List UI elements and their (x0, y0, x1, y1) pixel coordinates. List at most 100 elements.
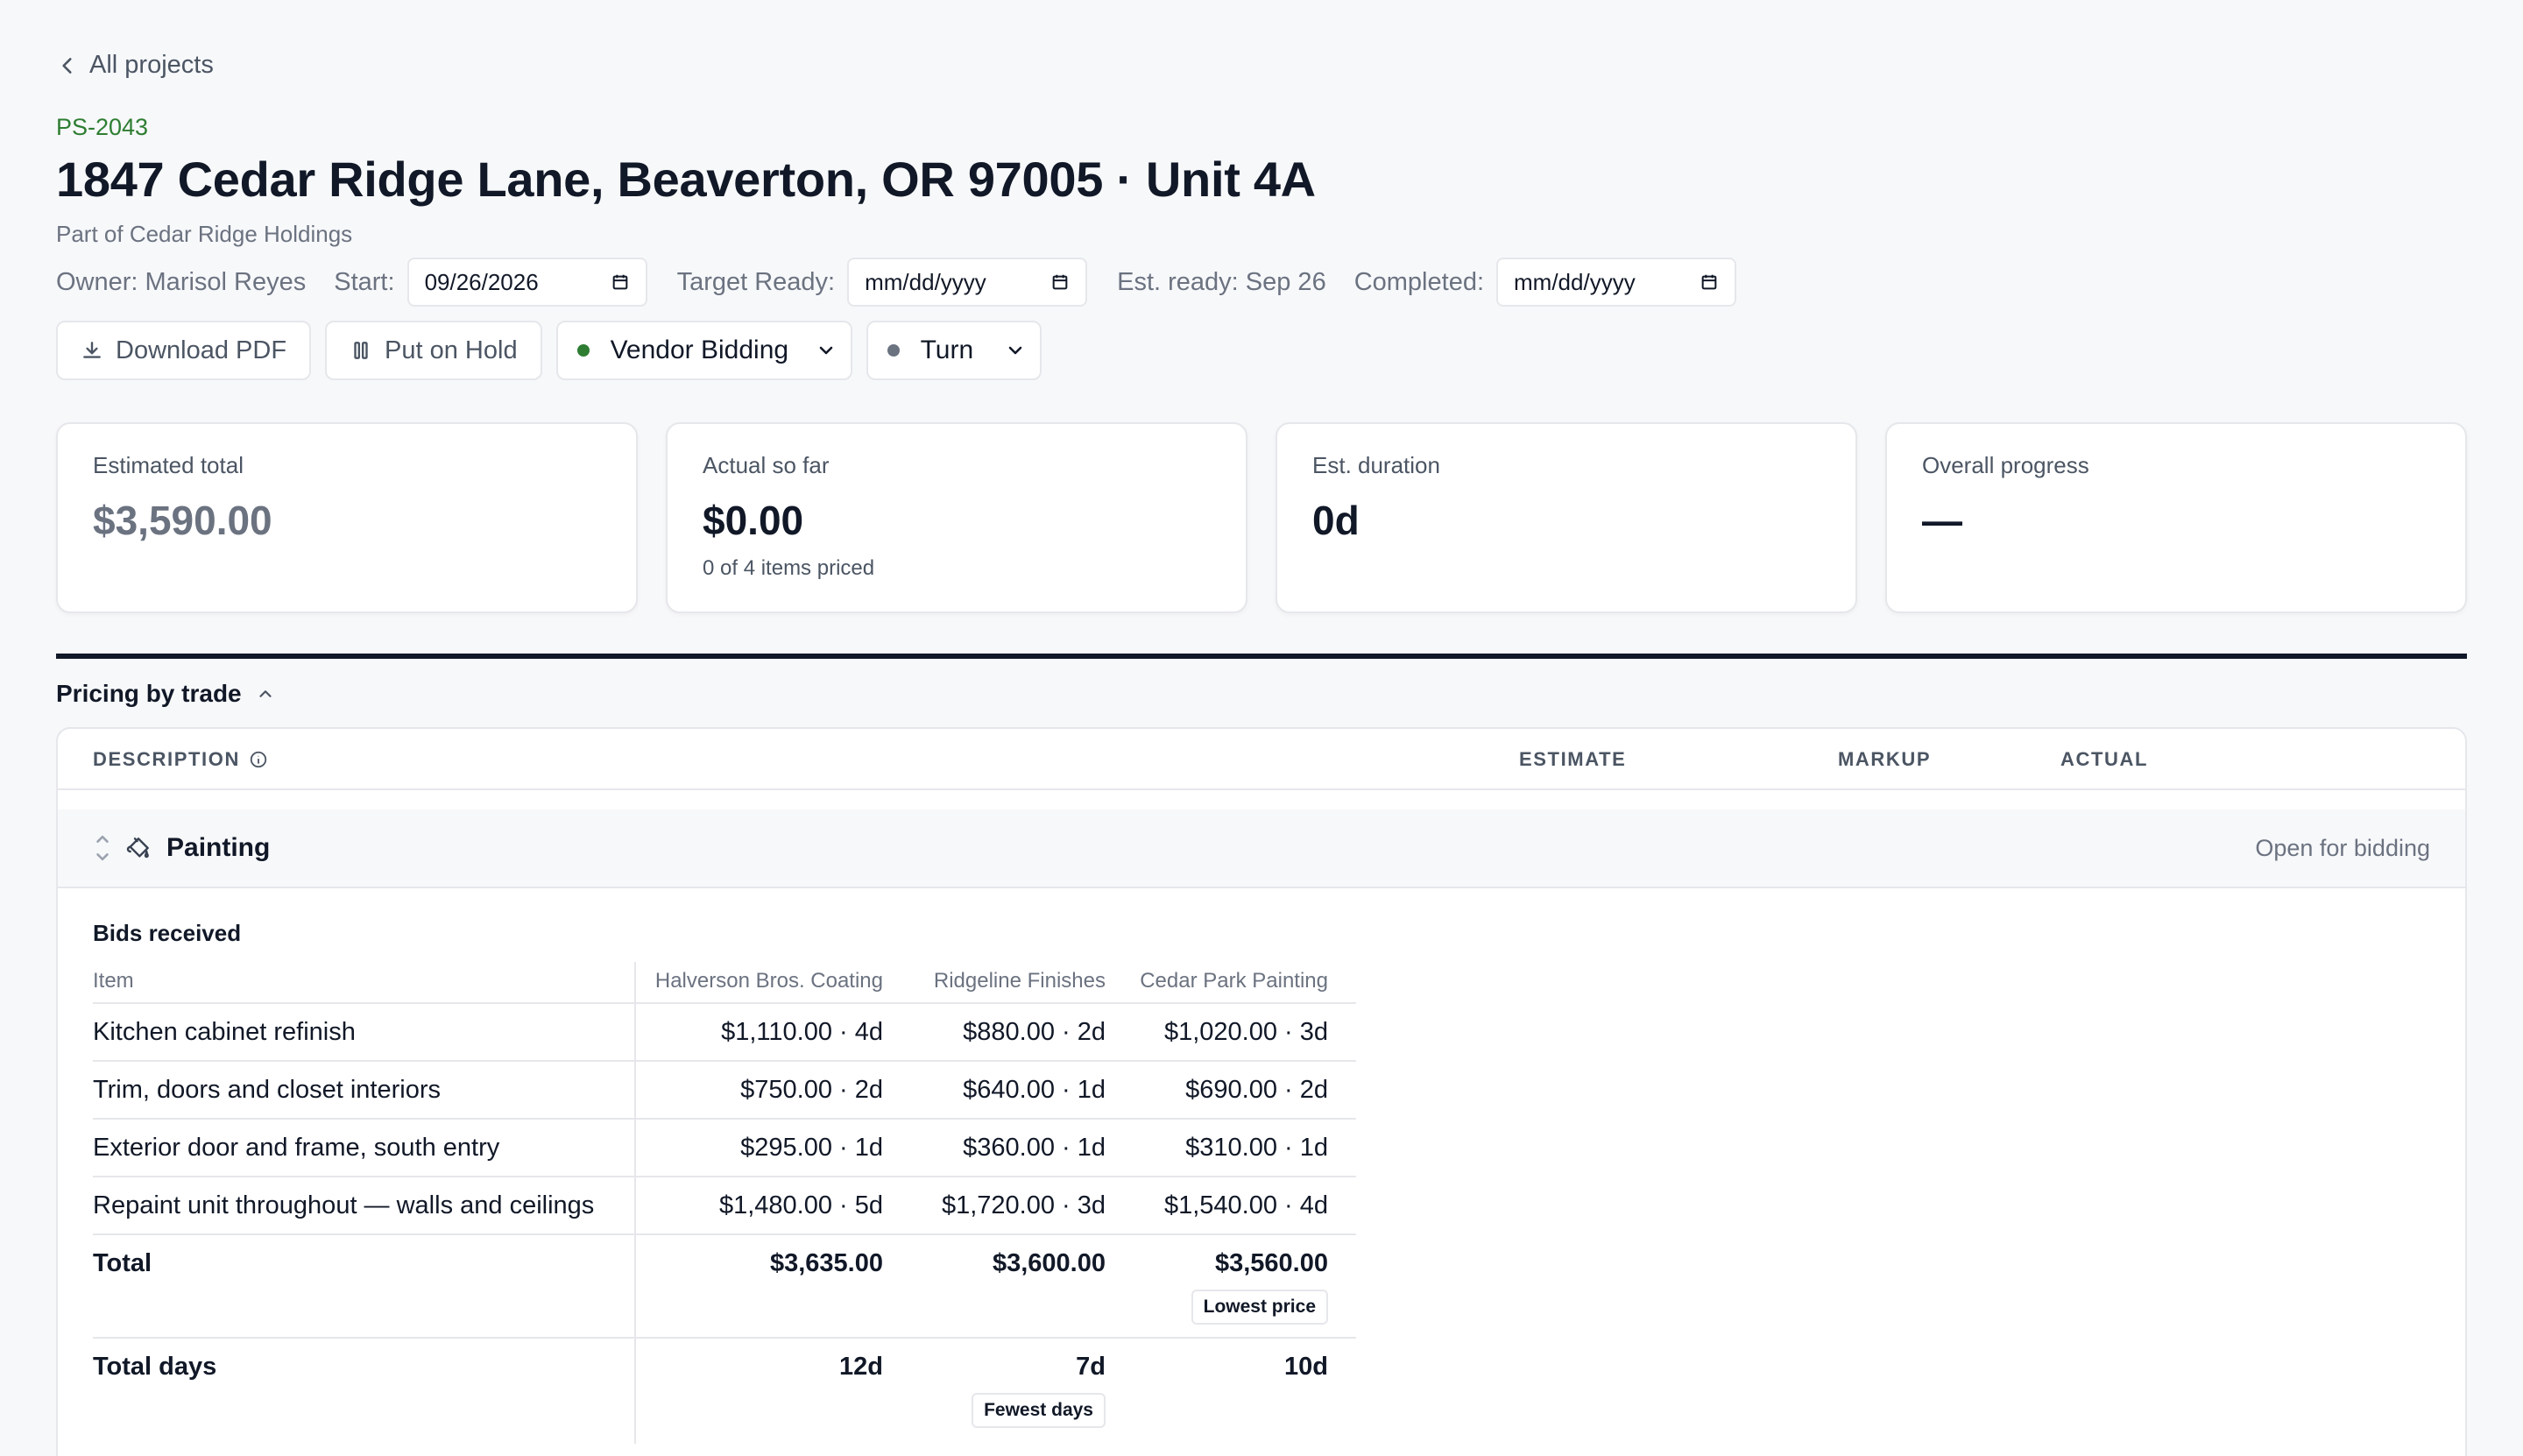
bids-header-row: Item Halverson Bros. Coating Ridgeline F… (93, 962, 1356, 1004)
table-row: Repaint unit throughout — walls and ceil… (93, 1177, 1356, 1235)
estimated-total-card: Estimated total $3,590.00 (56, 422, 638, 613)
bid-value: $690.00 · 2d (1185, 1076, 1328, 1104)
bids-header-item: Item (93, 969, 134, 993)
bids-received-title: Bids received (93, 920, 242, 946)
download-pdf-button[interactable]: Download PDF (56, 321, 312, 380)
column-divider (634, 1339, 636, 1444)
calendar-icon[interactable] (1050, 272, 1070, 292)
put-on-hold-label: Put on Hold (385, 336, 518, 364)
column-description: DESCRIPTION (93, 748, 268, 771)
card-value: $3,590.00 (93, 498, 272, 543)
table-row: Trim, doors and closet interiors $750.00… (93, 1062, 1356, 1120)
est-ready-label: Est. ready: Sep 26 (1117, 267, 1326, 296)
chevron-up-icon (259, 690, 272, 697)
bid-value: $640.00 · 1d (963, 1076, 1106, 1104)
total-days-value: 10d (1284, 1353, 1328, 1381)
bid-value: $1,720.00 · 3d (941, 1191, 1106, 1219)
bid-value: $880.00 · 2d (963, 1018, 1106, 1046)
paint-bucket-icon (126, 838, 149, 859)
completed-date-value: mm/dd/yyyy (1514, 268, 1636, 295)
trade-name: Painting (166, 833, 271, 862)
put-on-hold-button[interactable]: Put on Hold (325, 321, 542, 380)
project-id: PS-2043 (56, 114, 149, 140)
bids-header-vendor: Cedar Park Painting (1140, 969, 1328, 993)
download-pdf-label: Download PDF (116, 336, 287, 364)
chevron-down-icon (819, 346, 832, 355)
card-value: — (1922, 498, 1962, 543)
start-date-input[interactable]: 09/26/2026 (406, 258, 647, 307)
bid-item-name: Trim, doors and closet interiors (93, 1076, 442, 1104)
reorder-icon[interactable] (93, 829, 112, 867)
completed-label: Completed: (1353, 267, 1485, 296)
bids-total-days-row: Total days 12d 7d 10d Fewest days (93, 1339, 1356, 1444)
bid-value: $1,110.00 · 4d (721, 1018, 883, 1046)
info-icon[interactable] (249, 750, 268, 769)
status-dot-icon (576, 344, 590, 357)
bid-value: $310.00 · 1d (1185, 1134, 1328, 1162)
bids-header-vendor: Ridgeline Finishes (933, 969, 1106, 993)
total-days-value: 12d (839, 1353, 883, 1381)
column-estimate: ESTIMATE (1519, 748, 1627, 770)
target-ready-date-input[interactable]: mm/dd/yyyy (847, 258, 1088, 307)
section-title: Pricing by trade (56, 680, 242, 707)
project-type-select[interactable]: Turn (866, 321, 1042, 380)
trade-row-painting[interactable]: Painting Open for bidding (58, 809, 2465, 888)
card-label: Overall progress (1922, 452, 2089, 478)
lowest-price-badge: Lowest price (1191, 1290, 1328, 1325)
card-subtext: 0 of 4 items priced (703, 556, 875, 580)
bid-value: $750.00 · 2d (740, 1076, 883, 1104)
column-divider (634, 1004, 636, 1060)
bids-total-row: Total $3,635.00 $3,600.00 $3,560.00 Lowe… (93, 1235, 1356, 1339)
completed-date-input[interactable]: mm/dd/yyyy (1496, 258, 1737, 307)
bid-item-name: Exterior door and frame, south entry (93, 1134, 500, 1162)
overall-progress-card: Overall progress — (1885, 422, 2467, 613)
total-value: $3,600.00 (992, 1249, 1106, 1277)
table-row: Exterior door and frame, south entry $29… (93, 1120, 1356, 1177)
bids-table: Item Halverson Bros. Coating Ridgeline F… (93, 962, 1356, 1444)
status-select[interactable]: Vendor Bidding (555, 321, 852, 380)
card-value: $0.00 (703, 498, 804, 543)
total-value: $3,635.00 (769, 1249, 883, 1277)
table-row: Kitchen cabinet refinish $1,110.00 · 4d … (93, 1004, 1356, 1062)
project-subtitle: Part of Cedar Ridge Holdings (56, 221, 353, 247)
trade-status: Open for bidding (2255, 834, 2430, 861)
card-value: 0d (1312, 498, 1360, 543)
bid-value: $360.00 · 1d (963, 1134, 1106, 1162)
column-divider (634, 1120, 636, 1176)
column-actual: ACTUAL (2060, 748, 2149, 770)
project-page: All projects PS-2043 1847 Cedar Ridge La… (0, 0, 2523, 1456)
bid-value: $1,540.00 · 4d (1163, 1191, 1328, 1219)
column-divider (634, 1235, 636, 1337)
calendar-icon[interactable] (611, 272, 630, 292)
column-divider (634, 1062, 636, 1118)
calendar-icon[interactable] (1700, 272, 1719, 292)
table-header: DESCRIPTION ESTIMATE MARKUP ACTUAL (58, 729, 2465, 790)
chevron-left-icon (62, 57, 72, 74)
status-select-value: Vendor Bidding (610, 336, 789, 364)
column-divider (634, 1177, 636, 1233)
pause-icon (354, 342, 368, 359)
column-markup: MARKUP (1838, 748, 1932, 770)
bid-value: $1,480.00 · 5d (718, 1191, 883, 1219)
back-to-projects-link[interactable]: All projects (56, 51, 214, 80)
section-divider (56, 654, 2467, 659)
download-icon (83, 342, 101, 358)
start-date-value: 09/26/2026 (424, 268, 539, 295)
pricing-by-trade-toggle[interactable]: Pricing by trade (56, 680, 275, 708)
card-label: Actual so far (703, 452, 830, 478)
page-title: 1847 Cedar Ridge Lane, Beaverton, OR 970… (56, 152, 1316, 207)
bids-header-vendor: Halverson Bros. Coating (654, 969, 883, 993)
actual-so-far-card: Actual so far $0.00 0 of 4 items priced (666, 422, 1247, 613)
target-ready-date-value: mm/dd/yyyy (865, 268, 986, 295)
bid-item-name: Repaint unit throughout — walls and ceil… (93, 1191, 595, 1219)
column-divider (634, 962, 636, 1002)
card-label: Estimated total (93, 452, 244, 478)
summary-cards: Estimated total $3,590.00 Actual so far … (56, 422, 2467, 613)
card-label: Est. duration (1312, 452, 1440, 478)
type-dot-icon (887, 344, 900, 357)
bid-value: $1,020.00 · 3d (1163, 1018, 1328, 1046)
back-link-label: All projects (89, 51, 214, 79)
pricing-table: DESCRIPTION ESTIMATE MARKUP ACTUAL Paint… (56, 727, 2467, 1456)
est-duration-card: Est. duration 0d (1276, 422, 1857, 613)
start-label: Start: (334, 267, 395, 296)
